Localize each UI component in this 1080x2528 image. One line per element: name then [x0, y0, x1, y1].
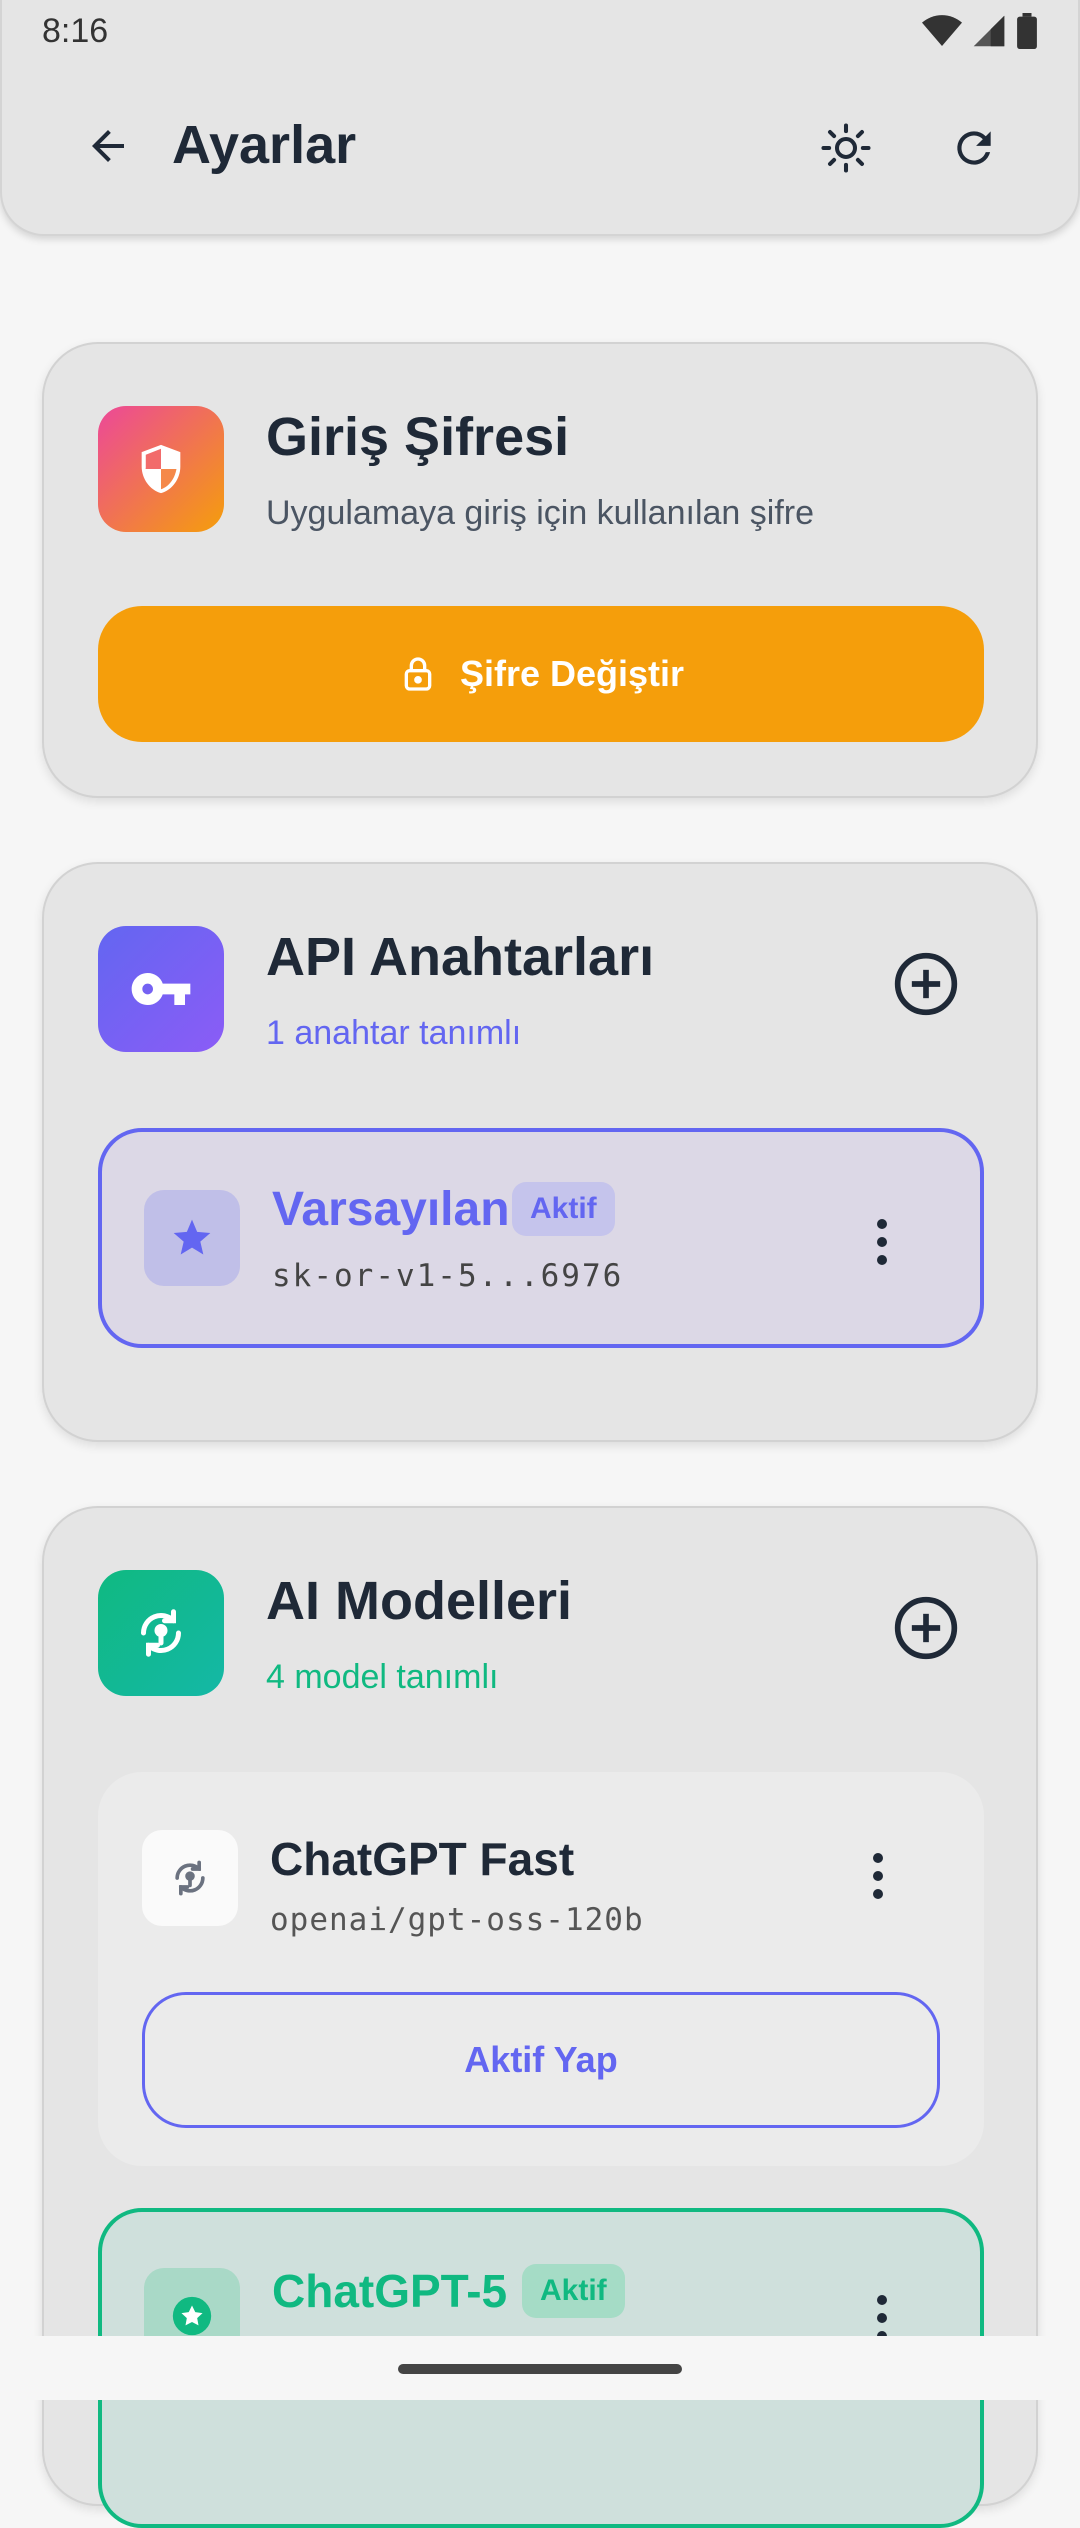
shield-icon — [98, 406, 224, 532]
back-icon[interactable] — [78, 116, 138, 176]
add-api-key-icon[interactable] — [884, 942, 968, 1026]
model-name: ChatGPT Fast — [270, 1833, 575, 1885]
status-badge: Aktif — [522, 2264, 625, 2318]
battery-icon — [1017, 13, 1037, 49]
refresh-icon[interactable] — [942, 116, 1006, 180]
status-icons — [922, 13, 1038, 49]
api-keys-subtitle: 1 anahtar tanımlı — [266, 1014, 522, 1052]
status-badge: Aktif — [512, 1182, 615, 1236]
model-icon — [142, 1830, 238, 1926]
api-key-value: sk-or-v1-5...6976 — [272, 1258, 624, 1294]
star-icon — [144, 1190, 240, 1286]
model-list-item[interactable]: ChatGPT Fast openai/gpt-oss-120b Aktif Y… — [98, 1772, 984, 2166]
status-bar: 8:16 — [0, 0, 1080, 62]
password-card: Giriş Şifresi Uygulamaya giriş için kull… — [42, 342, 1038, 798]
page-title: Ayarlar — [172, 115, 357, 175]
change-password-button[interactable]: Şifre Değiştir — [98, 606, 984, 742]
password-card-title: Giriş Şifresi — [266, 407, 570, 467]
ai-models-title: AI Modelleri — [266, 1571, 573, 1631]
password-card-subtitle: Uygulamaya giriş için kullanılan şifre — [266, 494, 815, 532]
navigation-bar — [0, 2336, 1080, 2400]
model-id: openai/gpt-oss-120b — [270, 1902, 644, 1938]
wifi-icon — [922, 15, 962, 46]
model-name: ChatGPT-5 — [272, 2265, 508, 2317]
more-vert-icon[interactable] — [858, 1836, 898, 1916]
api-keys-card: API Anahtarları 1 anahtar tanımlı Varsay… — [42, 862, 1038, 1442]
ai-models-subtitle: 4 model tanımlı — [266, 1658, 499, 1696]
change-password-label: Şifre Değiştir — [459, 653, 685, 694]
api-keys-title: API Anahtarları — [266, 927, 655, 987]
more-vert-icon[interactable] — [862, 1202, 902, 1282]
sun-icon[interactable] — [814, 116, 878, 180]
lock-icon — [404, 657, 432, 691]
cellular-icon — [973, 15, 1005, 47]
key-icon — [98, 926, 224, 1052]
status-time: 8:16 — [42, 11, 109, 50]
api-key-name: Varsayılan — [272, 1183, 510, 1236]
activate-model-button[interactable]: Aktif Yap — [142, 1992, 940, 2128]
api-key-item[interactable]: Varsayılan Aktif sk-or-v1-5...6976 — [98, 1128, 984, 1348]
gesture-handle[interactable] — [398, 2364, 682, 2374]
model-icon — [98, 1570, 224, 1696]
add-model-icon[interactable] — [884, 1586, 968, 1670]
